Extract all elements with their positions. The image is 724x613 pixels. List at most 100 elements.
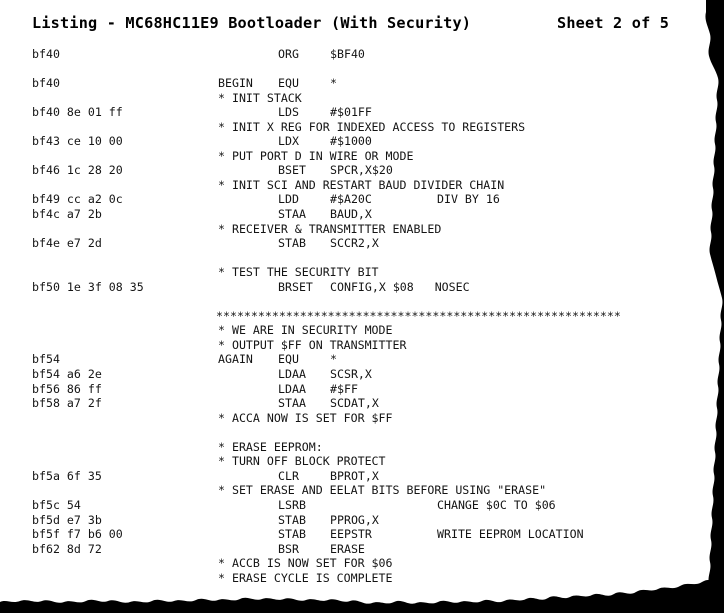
code-operand: #$A20C [330,192,372,207]
code-comment: * PUT PORT D IN WIRE OR MODE [218,148,414,163]
code-address: bf54 a6 2e [32,367,102,382]
code-mnemonic: STAA [278,396,306,411]
code-line: bf5a 6f 35 CLR BPROT,X [0,469,724,484]
code-operand: BPROT,X [330,468,379,483]
code-line: bf5d e7 3b STAB PPROG,X [0,513,724,528]
code-address: bf49 cc a2 0c [32,192,123,207]
code-address: bf4e e7 2d [32,236,102,251]
code-address: bf46 1c 28 20 [32,163,123,178]
code-address: bf40 8e 01 ff [32,105,123,120]
code-operand: SCSR,X [330,367,372,382]
code-label: AGAIN [218,352,253,367]
page-header: Listing - MC68HC11E9 Bootloader (With Se… [0,14,724,38]
code-line: * RECEIVER & TRANSMITTER ENABLED [0,222,724,237]
code-operand: SCCR2,X [330,236,379,251]
code-mnemonic: STAB [278,527,306,542]
code-line: * INIT X REG FOR INDEXED ACCESS TO REGIS… [0,120,724,135]
code-comment: * OUTPUT $FF ON TRANSMITTER [218,337,407,352]
code-inline-comment: DIV BY 16 [437,192,500,207]
code-line: bf54 a6 2e LDAA SCSR,X [0,367,724,382]
code-line: bf4c a7 2b STAA BAUD,X [0,207,724,222]
code-inline-comment: WRITE EEPROM LOCATION [437,527,584,542]
code-line: * OUTPUT $FF ON TRANSMITTER [0,338,724,353]
code-comment: * TEST THE SECURITY BIT [218,265,379,280]
code-mnemonic: BSET [278,163,306,178]
code-operand: * [330,352,337,367]
code-address: bf58 a7 2f [32,396,102,411]
code-address: bf62 8d 72 [32,541,102,556]
code-comment: * INIT X REG FOR INDEXED ACCESS TO REGIS… [218,119,526,134]
code-mnemonic: LDX [278,134,299,149]
code-comment: * ERASE EEPROM: [218,439,323,454]
comment-separator: ****************************************… [216,308,621,323]
code-operand: BAUD,X [330,207,372,222]
code-line: bf43 ce 10 00 LDX #$1000 [0,134,724,149]
code-operand: #$1000 [330,134,372,149]
code-line: bf54 AGAIN EQU * [0,352,724,367]
code-mnemonic: STAA [278,207,306,222]
code-mnemonic: CLR [278,468,299,483]
code-line: bf5c 54 LSRB CHANGE $0C TO $06 [0,498,724,513]
code-comment: * WE ARE IN SECURITY MODE [218,323,393,338]
code-inline-comment: CHANGE $0C TO $06 [437,497,556,512]
code-operand: SCDAT,X [330,396,379,411]
code-line: * INIT SCI AND RESTART BAUD DIVIDER CHAI… [0,178,724,193]
code-line: bf56 86 ff LDAA #$FF [0,382,724,397]
code-line: bf50 1e 3f 08 35 BRSET CONFIG,X $08 NOSEC [0,280,724,295]
code-line: * PUT PORT D IN WIRE OR MODE [0,149,724,164]
code-line: bf40 ORG $BF40 [0,47,724,62]
code-address: bf54 [32,352,60,367]
code-operand: ERASE [330,541,365,556]
code-address: bf56 86 ff [32,381,102,396]
code-mnemonic: STAB [278,512,306,527]
code-operand: #$FF [330,381,358,396]
code-line: * ACCB IS NOW SET FOR $06 [0,556,724,571]
code-line: * TEST THE SECURITY BIT [0,265,724,280]
listing-page: Listing - MC68HC11E9 Bootloader (With Se… [0,0,724,613]
code-operand: CONFIG,X $08 NOSEC [330,279,470,294]
code-comment: * INIT STACK [218,90,302,105]
assembly-listing: bf40 ORG $BF40 bf40 BEGIN EQU * * INIT STACK bf4… [0,47,724,585]
code-mnemonic: LDAA [278,381,306,396]
code-line: bf40 8e 01 ff LDS #$01FF [0,105,724,120]
code-line: * SET ERASE AND EELAT BITS BEFORE USING … [0,483,724,498]
code-line: bf40 BEGIN EQU * [0,76,724,91]
code-mnemonic: EQU [278,352,299,367]
code-address: bf40 [32,76,60,91]
code-address: bf5c 54 [32,497,81,512]
code-comment: * TURN OFF BLOCK PROTECT [218,454,386,469]
code-mnemonic: BRSET [278,279,313,294]
code-line: bf5f f7 b6 00 STAB EEPSTR WRITE EEPROM LOCA… [0,527,724,542]
code-mnemonic: EQU [278,76,299,91]
code-line: ****************************************… [0,309,724,324]
code-operand: $BF40 [330,47,365,61]
code-line: bf62 8d 72 BSR ERASE [0,542,724,557]
code-operand: * [330,76,337,91]
code-mnemonic: LDS [278,105,299,120]
code-line: bf4e e7 2d STAB SCCR2,X [0,236,724,251]
code-operand: #$01FF [330,105,372,120]
code-comment: * RECEIVER & TRANSMITTER ENABLED [218,221,442,236]
code-mnemonic: LDAA [278,367,306,382]
code-comment: * ACCB IS NOW SET FOR $06 [218,556,393,571]
code-comment: * ERASE CYCLE IS COMPLETE [218,570,393,585]
code-comment: * INIT SCI AND RESTART BAUD DIVIDER CHAI… [218,177,505,192]
code-comment: * SET ERASE AND EELAT BITS BEFORE USING … [218,483,547,498]
code-address: bf40 [32,47,60,61]
code-address: bf43 ce 10 00 [32,134,123,149]
code-line: bf58 a7 2f STAA SCDAT,X [0,396,724,411]
code-line: * ERASE EEPROM: [0,440,724,455]
code-line: * TURN OFF BLOCK PROTECT [0,454,724,469]
code-address: bf5a 6f 35 [32,468,102,483]
code-line: * ACCA NOW IS SET FOR $FF [0,411,724,426]
code-mnemonic: STAB [278,236,306,251]
code-line: bf46 1c 28 20 BSET SPCR,X$20 [0,163,724,178]
code-address: bf4c a7 2b [32,207,102,222]
code-address: bf5f f7 b6 00 [32,527,123,542]
code-mnemonic: ORG [278,47,299,61]
code-address: bf5d e7 3b [32,512,102,527]
code-line: * ERASE CYCLE IS COMPLETE [0,571,724,586]
